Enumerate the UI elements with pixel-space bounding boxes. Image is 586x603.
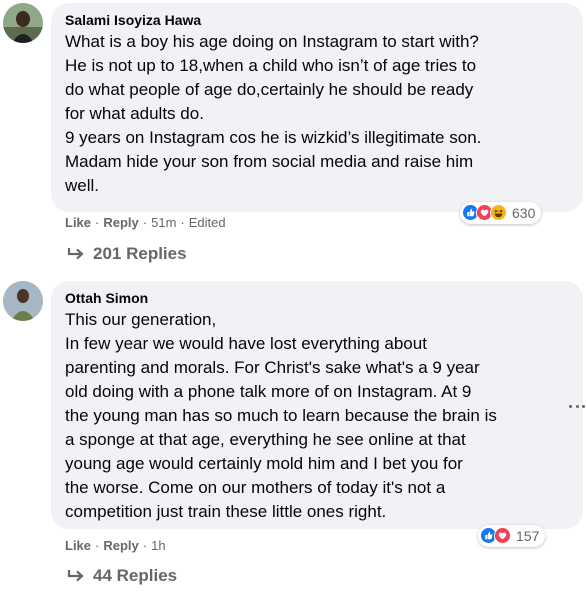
comment-timestamp[interactable]: 1h (151, 538, 165, 553)
view-replies-link[interactable]: 201 Replies (67, 244, 187, 264)
more-options-icon[interactable] (569, 398, 585, 414)
avatar[interactable] (3, 281, 43, 321)
reaction-count: 630 (512, 205, 536, 221)
reply-button[interactable]: Reply (103, 538, 138, 553)
dot (569, 404, 572, 408)
like-button[interactable]: Like (65, 215, 91, 230)
reaction-summary[interactable]: 157 (478, 525, 546, 547)
comment-text: What is a boy his age doing on Instagram… (65, 32, 482, 195)
reaction-count: 157 (516, 528, 540, 544)
reply-button[interactable]: Reply (103, 215, 138, 230)
comment-actions: Like · Reply · 51m · Edited (65, 215, 226, 230)
love-icon (494, 527, 512, 545)
replies-count-label[interactable]: 44 Replies (93, 566, 177, 586)
reply-arrow-icon (67, 570, 84, 582)
dot (575, 404, 579, 408)
dot (582, 404, 585, 408)
avatar[interactable] (3, 3, 43, 43)
replies-count-label[interactable]: 201 Replies (93, 244, 187, 264)
edited-label: Edited (188, 215, 226, 230)
comment-timestamp[interactable]: 51m (151, 215, 176, 230)
haha-icon (490, 204, 508, 222)
comment-author[interactable]: Salami Isoyiza Hawa (65, 11, 571, 29)
view-replies-link[interactable]: 44 Replies (67, 566, 177, 586)
reaction-summary[interactable]: 630 (460, 202, 542, 224)
comment-author[interactable]: Ottah Simon (65, 289, 571, 307)
comment-actions: Like · Reply · 1h (65, 538, 166, 553)
comment-bubble: Ottah Simon This our generation, In few … (51, 281, 583, 529)
reply-arrow-icon (67, 248, 84, 260)
comment-bubble: Salami Isoyiza Hawa What is a boy his ag… (51, 3, 583, 212)
comment-text: This our generation, In few year we woul… (65, 310, 497, 521)
like-button[interactable]: Like (65, 538, 91, 553)
